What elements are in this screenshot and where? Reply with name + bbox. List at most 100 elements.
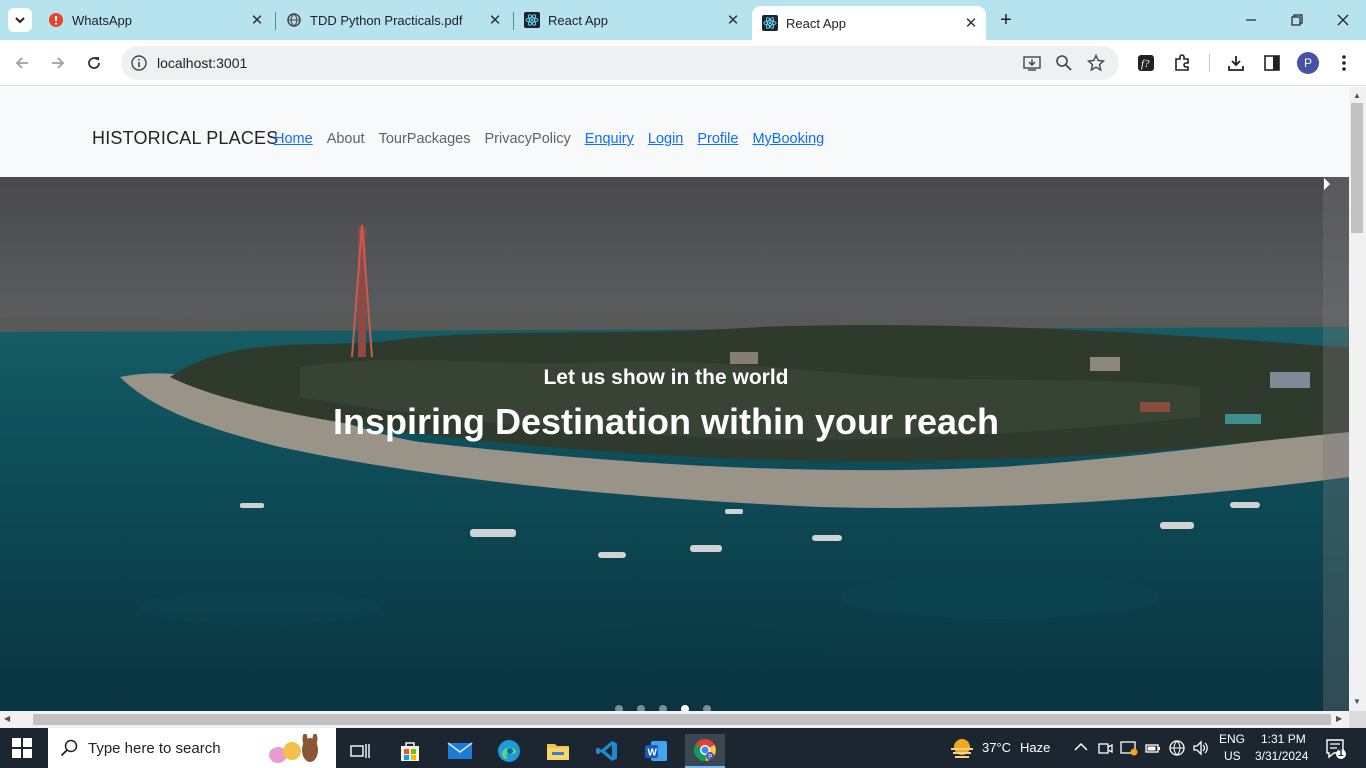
back-button[interactable] <box>8 49 36 77</box>
tab-pdf[interactable]: TDD Python Practicals.pdf ✕ <box>276 6 510 34</box>
nav-mybooking-link[interactable]: MyBooking <box>752 131 824 147</box>
site-info-icon[interactable] <box>130 54 148 72</box>
minimize-button[interactable] <box>1228 0 1274 40</box>
keyboard-region[interactable]: US <box>1224 749 1241 763</box>
taskbar-search-box[interactable]: Type here to search <box>48 728 336 768</box>
onedrive-alert-icon[interactable] <box>1120 740 1138 756</box>
side-panel-icon[interactable] <box>1258 49 1286 77</box>
nav-home-link[interactable]: Home <box>274 131 313 147</box>
mail-icon <box>447 742 473 759</box>
scroll-right-arrow-icon[interactable]: ▶ <box>1336 714 1342 723</box>
svg-text:P: P <box>708 754 712 760</box>
close-icon <box>1337 14 1349 26</box>
weather-temperature[interactable]: 37°C <box>982 740 1011 755</box>
browser-toolbar: localhost:3001 f? P <box>0 40 1366 86</box>
weather-haze-icon <box>951 739 973 758</box>
tab-react-app[interactable]: React App ✕ <box>514 6 748 34</box>
restore-button[interactable] <box>1274 0 1320 40</box>
profile-initial: P <box>1303 56 1312 70</box>
nav-enquiry-link[interactable]: Enquiry <box>585 131 634 147</box>
weather-description[interactable]: Haze <box>1020 740 1050 755</box>
tab-title: TDD Python Practicals.pdf <box>310 12 463 28</box>
edge-icon <box>498 740 520 762</box>
close-tab-icon[interactable]: ✕ <box>486 11 504 29</box>
battery-plug-icon[interactable] <box>1144 740 1162 756</box>
vscode-icon <box>596 741 617 761</box>
minimize-icon <box>1246 19 1256 21</box>
tab-title: WhatsApp <box>72 12 132 28</box>
scroll-up-arrow-icon[interactable]: ▲ <box>1353 91 1361 100</box>
close-tab-icon[interactable]: ✕ <box>724 11 742 29</box>
svg-text:f?: f? <box>1141 58 1150 70</box>
mail-button[interactable] <box>440 734 480 768</box>
toolbar-separator <box>1209 54 1210 72</box>
scroll-down-arrow-icon[interactable]: ▼ <box>1353 697 1361 706</box>
close-tab-icon[interactable]: ✕ <box>248 11 266 29</box>
hero-title: Inspiring Destination within your reach <box>332 401 1000 442</box>
nav-links: Home About TourPackages PrivacyPolicy En… <box>274 131 824 147</box>
chrome-icon: P <box>693 739 716 762</box>
clock-date[interactable]: 3/31/2024 <box>1255 749 1308 763</box>
new-tab-button[interactable]: + <box>994 8 1018 32</box>
nav-login-link[interactable]: Login <box>648 131 683 147</box>
nav-profile-link[interactable]: Profile <box>697 131 738 147</box>
scroll-left-arrow-icon[interactable]: ◀ <box>4 714 10 723</box>
tab-search-button[interactable] <box>8 8 32 32</box>
menu-kebab-icon[interactable] <box>1330 49 1358 77</box>
svg-text:W: W <box>648 748 658 759</box>
extension-fx-icon[interactable]: f? <box>1132 49 1160 77</box>
page-viewport: HISTORICAL PLACES Home About TourPackage… <box>0 87 1349 711</box>
speaker-volume-icon[interactable] <box>1192 740 1210 756</box>
react-icon <box>524 12 540 28</box>
vscode-button[interactable] <box>587 734 627 768</box>
reload-button[interactable] <box>80 49 108 77</box>
extensions-puzzle-icon[interactable] <box>1168 49 1196 77</box>
url-text: localhost:3001 <box>157 55 248 71</box>
vertical-scroll-thumb[interactable] <box>1351 103 1363 233</box>
address-bar[interactable]: localhost:3001 <box>121 46 1119 80</box>
microsoft-store-button[interactable] <box>390 734 430 768</box>
reload-icon <box>88 57 100 69</box>
windows-taskbar: Type here to search W P 37°C Haze ENG US… <box>0 728 1366 768</box>
horizontal-scroll-thumb[interactable] <box>33 714 1331 725</box>
chevron-right-icon <box>1324 178 1330 190</box>
arrow-right-icon <box>52 57 65 69</box>
hero-subtitle: Let us show in the world <box>543 366 789 389</box>
nav-about-link[interactable]: About <box>327 131 365 147</box>
close-tab-icon[interactable]: ✕ <box>962 14 980 32</box>
site-brand[interactable]: HISTORICAL PLACES <box>92 128 278 149</box>
restore-icon <box>1291 14 1303 26</box>
network-globe-icon[interactable] <box>1168 739 1186 757</box>
carousel-next-button[interactable] <box>1323 177 1349 711</box>
nav-tourpackages-link[interactable]: TourPackages <box>379 131 471 147</box>
edge-browser-button[interactable] <box>489 734 529 768</box>
install-app-icon[interactable] <box>1018 49 1046 77</box>
tab-title: React App <box>786 15 846 31</box>
vertical-scrollbar[interactable]: ▲ ▼ <box>1349 87 1366 711</box>
clock-time[interactable]: 1:31 PM <box>1261 732 1306 746</box>
tab-react-app-active[interactable]: React App ✕ <box>752 6 986 40</box>
downloads-icon[interactable] <box>1222 49 1250 77</box>
meet-now-icon[interactable] <box>1097 740 1113 756</box>
horizontal-scrollbar[interactable]: ◀ ▶ <box>0 711 1349 728</box>
bookmark-star-icon[interactable] <box>1082 49 1110 77</box>
nav-privacypolicy-link[interactable]: PrivacyPolicy <box>484 131 570 147</box>
easter-eggs-icon <box>269 734 318 763</box>
windows-start-button[interactable] <box>12 738 32 758</box>
close-window-button[interactable] <box>1320 0 1366 40</box>
word-button[interactable]: W <box>636 734 676 768</box>
arrow-left-icon <box>15 57 28 69</box>
task-view-button[interactable] <box>340 734 380 768</box>
language-code[interactable]: ENG <box>1219 732 1245 746</box>
windows-logo-icon <box>12 738 32 758</box>
globe-icon <box>286 12 302 28</box>
whatsapp-alert-icon <box>48 12 64 28</box>
chevron-up-icon[interactable] <box>1074 742 1088 752</box>
forward-button[interactable] <box>44 49 72 77</box>
file-explorer-button[interactable] <box>538 734 578 768</box>
chrome-button[interactable]: P <box>685 734 725 768</box>
zoom-icon[interactable] <box>1050 49 1078 77</box>
profile-avatar[interactable]: P <box>1297 52 1319 74</box>
search-icon <box>60 739 78 757</box>
tab-whatsapp[interactable]: WhatsApp ✕ <box>38 6 272 34</box>
